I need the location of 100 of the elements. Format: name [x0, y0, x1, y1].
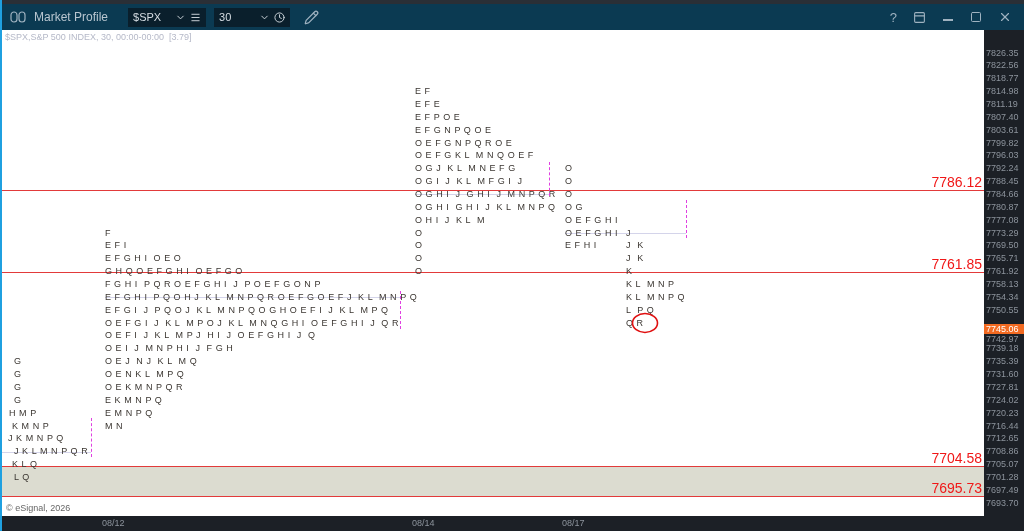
- tpo-row: G: [14, 355, 22, 369]
- tpo-row: O: [415, 239, 423, 253]
- price-tick: 7750.55: [985, 303, 1019, 317]
- tpo-row: K L M N P: [626, 278, 675, 291]
- tpo-row: E F I: [105, 239, 127, 253]
- price-tick: 7739.18: [985, 342, 1019, 356]
- tpo-row: O E K M N P Q R: [105, 380, 184, 394]
- symbol-select[interactable]: $SPX: [128, 7, 207, 27]
- clock-icon[interactable]: [274, 11, 286, 23]
- tpo-row: E F G H I O E O: [105, 252, 182, 266]
- tpo-row: Q R: [626, 316, 644, 330]
- tpo-row: E F G I J P Q O J K L M N P Q O G H O E F I J K L M P Q: [105, 303, 389, 317]
- tpo-row: E M N P Q: [105, 406, 153, 420]
- price-tick: 7724.02: [985, 393, 1019, 407]
- price-tick: 7788.45: [985, 175, 1019, 188]
- price-tick: 7716.44: [985, 419, 1019, 433]
- tpo-row: O G: [565, 200, 584, 214]
- tpo-row: J K M N P Q: [8, 432, 64, 446]
- chart-legend: $SPX,S&P 500 INDEX, 30, 00:00-00:00 [3.79]: [5, 32, 192, 42]
- tpo-row: J K: [626, 252, 644, 266]
- dashed-marker: [91, 418, 92, 457]
- close-icon: [998, 10, 1012, 24]
- tpo-row: O E N K L M P Q: [105, 368, 185, 381]
- tpo-row: E F G H I P Q O H J K L M N P Q R O E F G O E F J K L M N P Q: [105, 290, 418, 304]
- price-tick: 7796.03: [985, 149, 1019, 163]
- tpo-row: O E F G H I: [565, 213, 619, 227]
- tpo-row: O G I J K L M F G I J: [415, 175, 523, 188]
- level-label: 7695.73: [931, 480, 982, 497]
- maximize-icon: [970, 11, 982, 23]
- tpo-row: O E F I J K L M P J H I J O E F G H I J Q: [105, 329, 316, 343]
- menu-icon[interactable]: [190, 11, 202, 23]
- tpo-row: H M P: [9, 406, 37, 420]
- price-tick: 7803.61: [985, 123, 1019, 137]
- date-label: 08/17: [562, 518, 585, 528]
- tpo-row: F: [105, 226, 112, 240]
- price-tick: 7780.87: [985, 200, 1019, 214]
- price-tick: 7826.35: [985, 46, 1019, 60]
- current-price-tag: 7745.06: [984, 323, 1024, 334]
- price-tick: 7708.86: [985, 445, 1019, 459]
- tpo-row: E K M N P Q: [105, 393, 163, 407]
- tpo-row: E F: [415, 85, 431, 98]
- tpo-row: O E F G K L M N Q O E F: [415, 149, 534, 163]
- level-label: 7786.12: [931, 173, 982, 190]
- tpo-row: K L M N P Q: [626, 290, 686, 304]
- dashed-marker: [549, 162, 550, 196]
- tpo-row: E F E: [415, 98, 441, 111]
- tpo-row: O G H I G H I J K L M N P Q: [415, 200, 556, 214]
- tpo-row: E F P O E: [415, 110, 461, 124]
- price-tick: 7814.98: [985, 85, 1019, 98]
- pencil-icon[interactable]: [304, 9, 320, 25]
- price-tick: 7799.82: [985, 136, 1019, 150]
- price-tick: 7811.19: [985, 98, 1018, 111]
- tpo-row: J K: [626, 239, 644, 253]
- level-label: 7704.58: [931, 450, 982, 467]
- interval-select[interactable]: 30: [214, 7, 291, 27]
- tpo-row: O H I J K L M: [415, 213, 485, 227]
- price-tick: 7701.28: [985, 470, 1019, 484]
- dashed-marker: [686, 200, 687, 238]
- price-tick: 7693.70: [985, 496, 1019, 510]
- tpo-row: O E F G N P Q R O E: [415, 136, 513, 150]
- price-tick: 7720.23: [985, 406, 1019, 420]
- level-label: 7761.85: [931, 255, 982, 272]
- tpo-row: O: [565, 175, 573, 188]
- date-label: 08/14: [412, 518, 435, 528]
- price-tick: 7754.34: [985, 290, 1019, 304]
- tpo-row: J: [626, 226, 632, 240]
- tpo-row: O: [565, 188, 573, 201]
- price-tick: 7731.60: [985, 368, 1019, 381]
- price-tick: 7807.40: [985, 110, 1019, 124]
- tpo-row: F G H I P Q R O E F G H I J P O E F G O N P: [105, 278, 321, 291]
- tpo-row: O: [415, 226, 423, 240]
- tpo-row: L Q: [14, 470, 30, 484]
- price-tick: 7769.50: [985, 239, 1019, 253]
- panel-icon[interactable]: [10, 11, 26, 23]
- tpo-row: O: [415, 252, 423, 266]
- tpo-row: G: [14, 393, 22, 407]
- price-tick: 7822.56: [985, 59, 1019, 73]
- help-button[interactable]: ?: [885, 9, 901, 25]
- dashed-marker: [400, 291, 401, 329]
- price-tick: 7712.65: [985, 432, 1019, 446]
- price-tick: 7697.49: [985, 483, 1019, 497]
- tpo-row: L P Q: [626, 303, 655, 317]
- price-tick: 7773.29: [985, 226, 1019, 240]
- price-tick: 7818.77: [985, 72, 1019, 86]
- window-title: Market Profile: [34, 10, 109, 24]
- tpo-row: M N: [105, 419, 124, 433]
- price-tick: 7705.07: [985, 458, 1019, 471]
- tpo-row: O G J K L M N E F G: [415, 162, 516, 176]
- price-tick: 7727.81: [985, 380, 1019, 394]
- price-tick: 7742.97: [985, 332, 1019, 345]
- tpo-row: J K L M N P Q R: [14, 445, 89, 459]
- price-tick: 7765.71: [985, 252, 1019, 266]
- tpo-row: K M N P: [12, 419, 50, 433]
- tpo-row: O E J N J K L M Q: [105, 355, 198, 369]
- date-label: 08/12: [102, 518, 125, 528]
- tpo-row: O E I J M N P H I J F G H: [105, 342, 234, 356]
- tpo-row: G: [14, 368, 22, 381]
- price-tick: 7792.24: [985, 162, 1019, 176]
- price-tick: 7777.08: [985, 213, 1019, 227]
- price-tick: 7758.13: [985, 278, 1019, 291]
